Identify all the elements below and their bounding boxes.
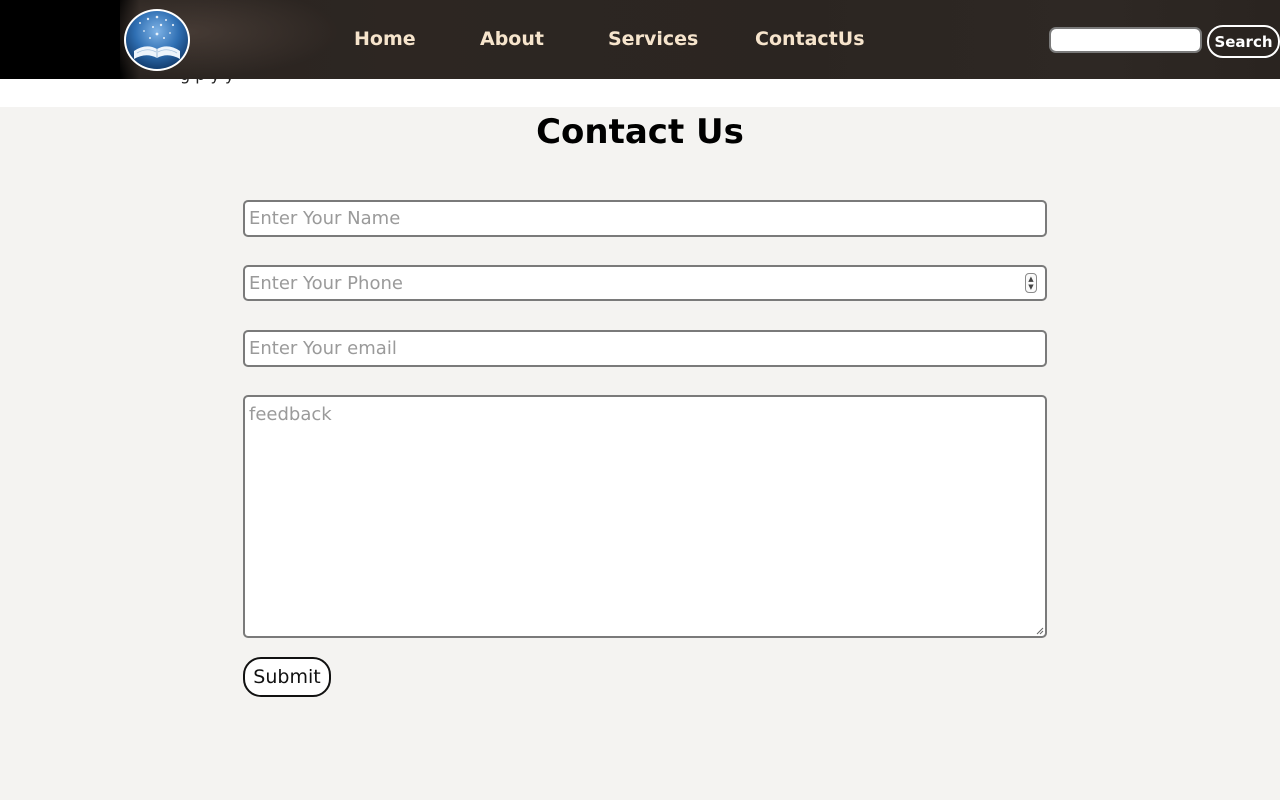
email-field[interactable] <box>243 330 1047 367</box>
hidden-content-strip: g p y y <box>0 65 1280 107</box>
resize-handle-icon[interactable] <box>1036 627 1044 635</box>
feedback-textarea[interactable] <box>243 395 1047 638</box>
site-logo[interactable] <box>124 9 190 71</box>
page-title: Contact Us <box>536 112 744 152</box>
search-button[interactable]: Search <box>1207 25 1280 58</box>
submit-button[interactable]: Submit <box>243 657 331 697</box>
header-bar: Home About Services ContactUs Search <box>0 0 1280 79</box>
phone-stepper[interactable]: ▲ ▼ <box>1025 273 1037 293</box>
chevron-up-icon[interactable]: ▲ <box>1027 275 1035 283</box>
open-book-logo-icon <box>134 15 180 59</box>
phone-field[interactable] <box>243 265 1047 301</box>
name-field[interactable] <box>243 200 1047 237</box>
chevron-down-icon[interactable]: ▼ <box>1027 283 1035 291</box>
nav-link-services[interactable]: Services <box>608 28 698 50</box>
nav-link-about[interactable]: About <box>480 28 544 50</box>
nav-link-home[interactable]: Home <box>354 28 416 50</box>
nav-link-contactus[interactable]: ContactUs <box>755 28 865 50</box>
search-input[interactable] <box>1049 27 1202 53</box>
